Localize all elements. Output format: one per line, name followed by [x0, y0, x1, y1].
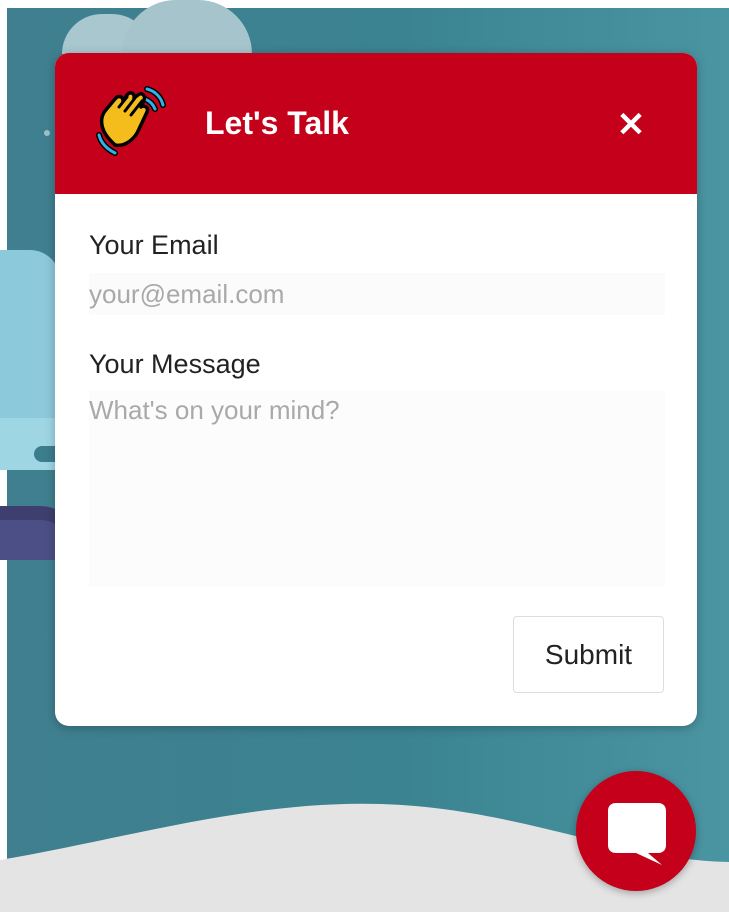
chat-title: Let's Talk — [205, 105, 349, 141]
email-label: Your Email — [89, 230, 219, 260]
chat-header: Let's Talk ✕ — [55, 53, 697, 194]
message-label: Your Message — [89, 349, 261, 379]
waving-hand-icon — [96, 86, 166, 156]
message-input[interactable] — [89, 391, 665, 587]
background-dot — [44, 130, 50, 136]
submit-button[interactable]: Submit — [513, 616, 664, 693]
chat-launcher-button[interactable] — [576, 771, 696, 891]
close-icon[interactable]: ✕ — [617, 105, 646, 145]
close-button[interactable]: ✕ — [611, 105, 651, 145]
email-input[interactable] — [89, 273, 665, 315]
chat-bubble-icon[interactable] — [606, 801, 668, 867]
chat-panel: Let's Talk ✕ Your Email Your Message Sub… — [55, 53, 697, 726]
